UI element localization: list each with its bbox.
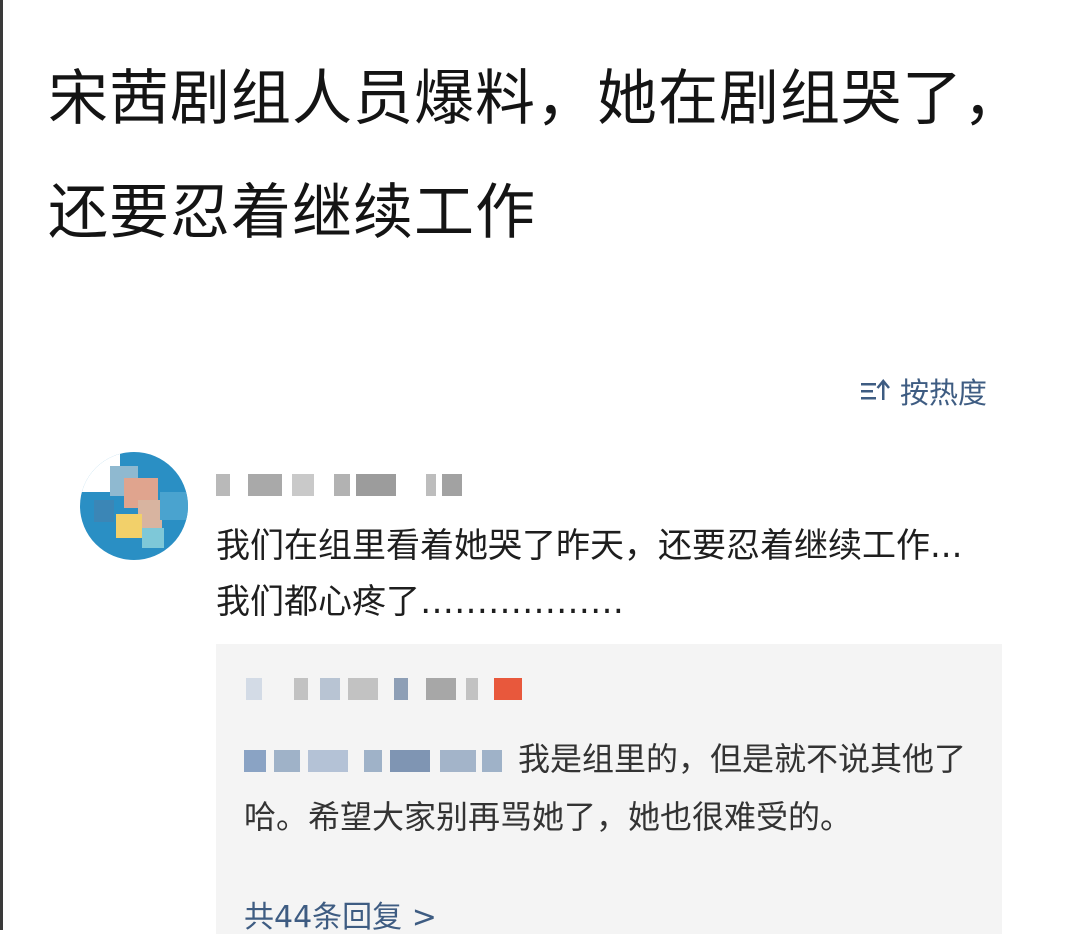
reply-text: 我是组里的，但是就不说其他了哈。希望大家别再骂她了，她也很难受的。 xyxy=(244,730,974,846)
reply-preview[interactable]: 我是组里的，但是就不说其他了哈。希望大家别再骂她了，她也很难受的。 共44条回复… xyxy=(216,644,1002,936)
comment-item: 我们在组里看着她哭了昨天，还要忍着继续工作...我们都心疼了……………… 我是组… xyxy=(80,452,1010,935)
reply-author-blurred xyxy=(244,746,506,776)
left-border xyxy=(0,0,3,930)
comment-text: 我们在组里看着她哭了昨天，还要忍着继续工作...我们都心疼了……………… xyxy=(216,526,963,622)
sort-label: 按热度 xyxy=(900,376,988,410)
username-blurred[interactable] xyxy=(216,468,476,502)
sort-desc-icon xyxy=(860,378,890,404)
view-all-replies-link[interactable]: 共44条回复 > xyxy=(244,892,437,936)
sort-by-popularity-button[interactable]: 按热度 xyxy=(860,370,987,412)
reply-username-blurred xyxy=(246,672,546,708)
post-title: 宋茜剧组人员爆料，她在剧组哭了，还要忍着继续工作 xyxy=(48,64,1024,248)
avatar[interactable] xyxy=(80,452,188,560)
